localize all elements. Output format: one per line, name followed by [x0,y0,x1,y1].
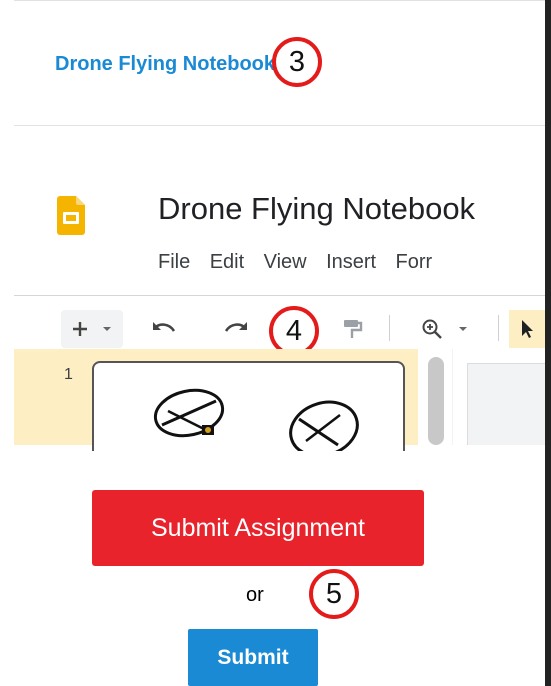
right-edge-bar [545,0,551,686]
redo-button[interactable] [219,314,253,344]
callout-3: 3 [272,37,322,87]
undo-button[interactable] [147,314,181,344]
menu-insert[interactable]: Insert [326,251,376,274]
document-title[interactable]: Drone Flying Notebook [158,191,475,227]
plus-icon [73,322,87,336]
vertical-ruler [453,349,468,445]
slides-logo-icon [57,196,85,235]
slide-thumbnail[interactable] [92,361,405,451]
filmstrip-scrollbar[interactable] [428,357,444,445]
chevron-down-icon [103,327,111,331]
menu-edit[interactable]: Edit [210,251,244,274]
toolbar-separator [498,315,499,341]
menu-view[interactable]: View [264,251,307,274]
callout-5: 5 [309,569,359,619]
submit-button[interactable]: Submit [188,629,318,686]
menu-bar: File Edit View Insert Forr [158,251,447,274]
submit-assignment-button[interactable]: Submit Assignment [92,490,424,566]
section-divider [14,125,551,126]
menu-format[interactable]: Forr [396,251,433,274]
drone-illustration [153,388,359,451]
new-slide-button[interactable] [61,310,123,348]
toolbar-divider [14,295,545,296]
menu-file[interactable]: File [158,251,190,274]
select-cursor-icon [522,320,533,338]
undo-icon [153,322,176,332]
top-divider [14,0,551,1]
or-label: or [246,584,264,606]
drone-notebook-link[interactable]: Drone Flying Notebook [55,53,275,76]
paint-format-icon [344,320,363,338]
chevron-down-icon [459,327,467,331]
horizontal-ruler [467,349,545,364]
slide-number: 1 [64,366,73,383]
redo-icon [224,322,247,332]
toolbar-separator [389,315,390,341]
select-tool-button[interactable] [509,310,545,348]
paint-format-button[interactable] [337,314,367,344]
zoom-icon [422,319,442,339]
zoom-button[interactable] [410,314,480,344]
